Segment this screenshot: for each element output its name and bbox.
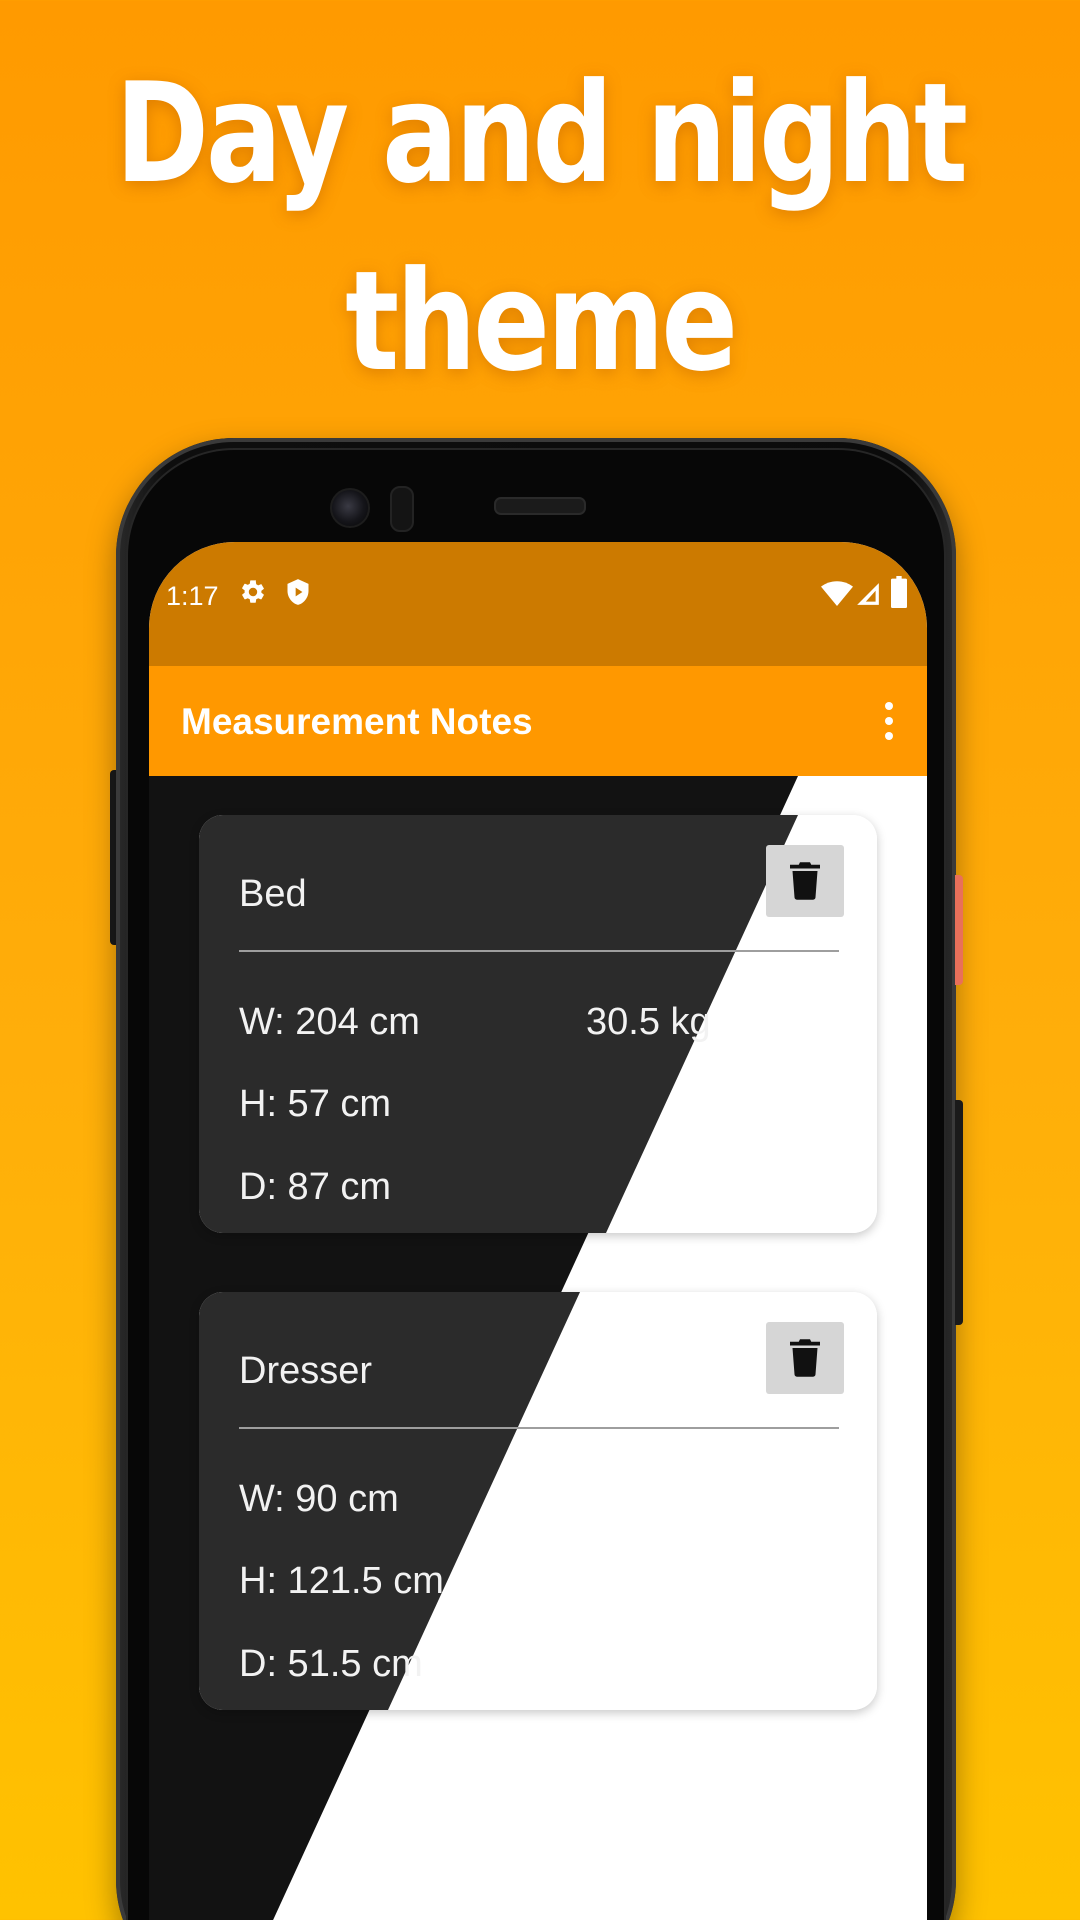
front-camera xyxy=(330,488,370,528)
note-height: H: 57 cm xyxy=(239,1083,392,1125)
cellular-signal-icon xyxy=(857,583,879,605)
app-bar: Measurement Notes xyxy=(149,666,927,776)
more-vert-icon[interactable] xyxy=(869,696,909,746)
trash-icon xyxy=(790,862,820,900)
card-divider xyxy=(239,950,839,952)
note-depth: D: 87 cm xyxy=(239,1166,392,1208)
phone-volume-button xyxy=(955,1100,963,1325)
note-weight: 30.5 kg xyxy=(586,1001,711,1043)
headline: Day and night theme xyxy=(97,40,983,416)
settings-icon xyxy=(242,580,264,603)
status-time: 1:17 xyxy=(166,581,219,611)
wifi-icon xyxy=(821,581,853,606)
delete-button[interactable] xyxy=(766,1322,844,1394)
notes-list[interactable]: Bed W: 204 cm H: 57 cm D: 87 cm 30.5 kg xyxy=(149,776,927,1920)
note-width: W: 204 cm xyxy=(239,1001,420,1043)
note-card[interactable]: Bed W: 204 cm H: 57 cm D: 87 cm 30.5 kg xyxy=(199,815,877,1233)
trash-icon xyxy=(790,1339,820,1377)
phone-power-button xyxy=(955,875,963,985)
shield-icon xyxy=(287,579,309,605)
card-divider xyxy=(239,1427,839,1429)
proximity-sensor xyxy=(390,486,414,532)
note-title: Bed xyxy=(239,873,307,915)
note-width: W: 90 cm xyxy=(239,1478,399,1520)
note-card[interactable]: Dresser W: 90 cm H: 121.5 cm D: 51.5 cm xyxy=(199,1292,877,1710)
app-title: Measurement Notes xyxy=(181,701,533,742)
phone-screen: 1:17 Measurement Notes Bed W: 204 cm H: … xyxy=(149,542,927,1920)
note-title: Dresser xyxy=(239,1350,373,1392)
status-bar: 1:17 xyxy=(149,542,927,666)
note-depth: D: 51.5 cm xyxy=(239,1643,423,1685)
headline-line-2: theme xyxy=(345,241,738,402)
delete-button[interactable] xyxy=(766,845,844,917)
note-height: H: 121.5 cm xyxy=(239,1560,444,1602)
battery-icon xyxy=(891,576,907,608)
earpiece-speaker xyxy=(494,497,586,515)
headline-line-1: Day and night xyxy=(115,53,968,214)
